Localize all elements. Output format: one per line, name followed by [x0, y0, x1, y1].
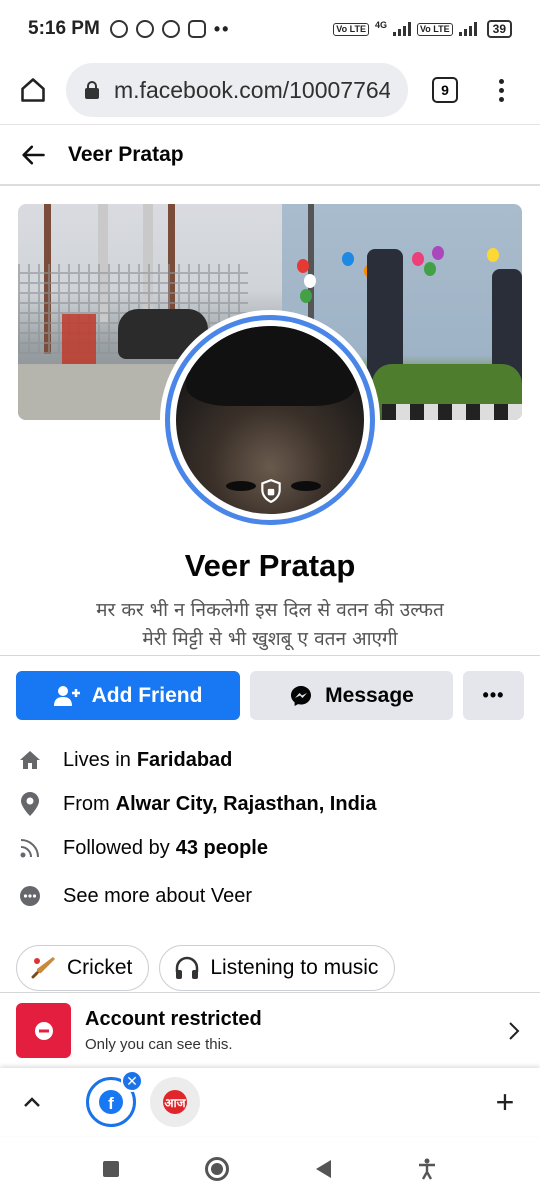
home-nav-button[interactable]	[205, 1156, 230, 1181]
hobby-label: Listening to music	[210, 956, 379, 979]
see-more-about-label: See more about Veer	[63, 884, 253, 907]
status-bar: 5:16 PM •• Vo LTE 4G Vo LTE 39	[0, 0, 540, 58]
instagram-icon	[187, 20, 206, 38]
intro-section: Lives in Faridabad From Alwar City, Raja…	[18, 738, 522, 918]
hobby-chip-music[interactable]: Listening to music	[159, 945, 396, 991]
chevron-up-icon	[24, 1097, 40, 1107]
volte-icon-2: Vo LTE	[416, 22, 453, 36]
dot-icon	[498, 87, 504, 93]
headphones-icon	[176, 956, 199, 979]
lives-in-value[interactable]: Faridabad	[137, 749, 233, 772]
aaj-tak-logo-icon: आज	[163, 1090, 187, 1114]
browser-toolbar: m.facebook.com/100077648 9	[0, 58, 540, 122]
lives-in-prefix: Lives in	[63, 748, 131, 771]
dot-icon	[498, 96, 504, 102]
new-tab-button[interactable]: +	[490, 1086, 520, 1118]
home-icon	[21, 78, 45, 102]
see-more-about-row[interactable]: See more about Veer	[18, 874, 522, 918]
signal-icon	[392, 22, 411, 36]
restricted-icon	[34, 1021, 53, 1040]
restricted-title: Account restricted	[85, 1008, 262, 1030]
system-navigation-bar	[0, 1137, 540, 1200]
more-notifications-icon: ••	[213, 18, 231, 39]
restricted-subtitle: Only you can see this.	[85, 1036, 233, 1053]
accessibility-icon[interactable]	[417, 1158, 437, 1180]
from-row: From Alwar City, Rajasthan, India	[18, 782, 522, 826]
followed-by-row: Followed by 43 people	[18, 826, 522, 870]
cricket-bat-icon	[31, 957, 55, 979]
dot-icon	[498, 78, 504, 84]
close-tab-icon[interactable]: ✕	[121, 1070, 143, 1092]
back-nav-button[interactable]	[315, 1159, 331, 1178]
divider	[0, 655, 540, 656]
tab-facebook[interactable]: f ✕	[86, 1070, 143, 1127]
tab-aaj-tak[interactable]: आज	[150, 1077, 200, 1127]
whatsapp-icon	[161, 20, 180, 38]
location-pin-icon	[18, 792, 42, 816]
messenger-icon	[135, 20, 154, 38]
house-icon	[18, 748, 42, 772]
from-prefix: From	[63, 792, 110, 815]
rss-feed-icon	[18, 836, 42, 860]
page-title: Veer Pratap	[68, 142, 184, 166]
back-arrow-icon	[22, 145, 45, 164]
message-label: Message	[325, 683, 414, 707]
profile-actions: Add Friend Message •••	[16, 671, 524, 720]
restricted-badge	[16, 1003, 71, 1058]
back-button[interactable]	[18, 140, 48, 170]
address-bar[interactable]: m.facebook.com/100077648	[66, 63, 408, 117]
notification-icons: ••	[109, 18, 231, 40]
message-button[interactable]: Message	[250, 671, 453, 720]
page-header: Veer Pratap	[0, 124, 540, 186]
lives-in-row: Lives in Faridabad	[18, 738, 522, 782]
facebook-logo-icon: f	[99, 1090, 123, 1114]
browser-tab-tray: f ✕ आज +	[0, 1068, 540, 1136]
lock-icon	[85, 81, 99, 99]
hobbies-list: Cricket Listening to music	[16, 945, 396, 991]
add-friend-icon	[53, 685, 80, 706]
chevron-right-icon	[504, 1021, 524, 1041]
account-restricted-banner[interactable]: Account restricted Only you can see this…	[0, 992, 540, 1068]
home-button[interactable]	[16, 73, 50, 107]
battery-icon: 39	[486, 20, 512, 38]
home-circle-icon	[211, 1162, 224, 1175]
bio-line-1: मर कर भी न निकलेगी इस दिल से वतन की उल्फ…	[96, 599, 444, 621]
more-options-button[interactable]: •••	[463, 671, 524, 720]
more-dots-icon	[18, 884, 42, 908]
from-value[interactable]: Alwar City, Rajasthan, India	[116, 793, 377, 816]
status-time: 5:16 PM	[28, 18, 100, 39]
expand-tabs-button[interactable]	[20, 1090, 44, 1114]
browser-menu-button[interactable]	[496, 78, 506, 102]
followed-by-value[interactable]: 43 people	[176, 837, 268, 860]
system-indicators: Vo LTE 4G Vo LTE 39	[333, 20, 512, 38]
signal-icon-2	[458, 22, 477, 36]
profile-name: Veer Pratap	[184, 548, 356, 583]
bio-line-2: मेरी मिट्टी से भी खुशबू ए वतन आएगी	[142, 628, 398, 650]
profile-bio: मर कर भी न निकलेगी इस दिल से वतन की उल्फ…	[0, 596, 540, 654]
volte-icon: Vo LTE	[333, 22, 369, 36]
profile-guard-shield-icon	[261, 479, 281, 504]
url-text: m.facebook.com/100077648	[114, 76, 390, 103]
restricted-text: Account restricted Only you can see this…	[85, 1008, 262, 1053]
hobby-chip-cricket[interactable]: Cricket	[16, 945, 150, 991]
add-friend-label: Add Friend	[91, 683, 203, 707]
messenger-icon	[291, 685, 312, 706]
followed-by-prefix: Followed by	[63, 836, 170, 859]
hobby-label: Cricket	[67, 956, 133, 979]
add-friend-button[interactable]: Add Friend	[16, 671, 240, 720]
recents-button[interactable]	[103, 1160, 120, 1177]
tab-switcher-button[interactable]: 9	[432, 77, 458, 103]
network-type: 4G	[374, 20, 387, 30]
alarm-icon	[109, 20, 128, 38]
